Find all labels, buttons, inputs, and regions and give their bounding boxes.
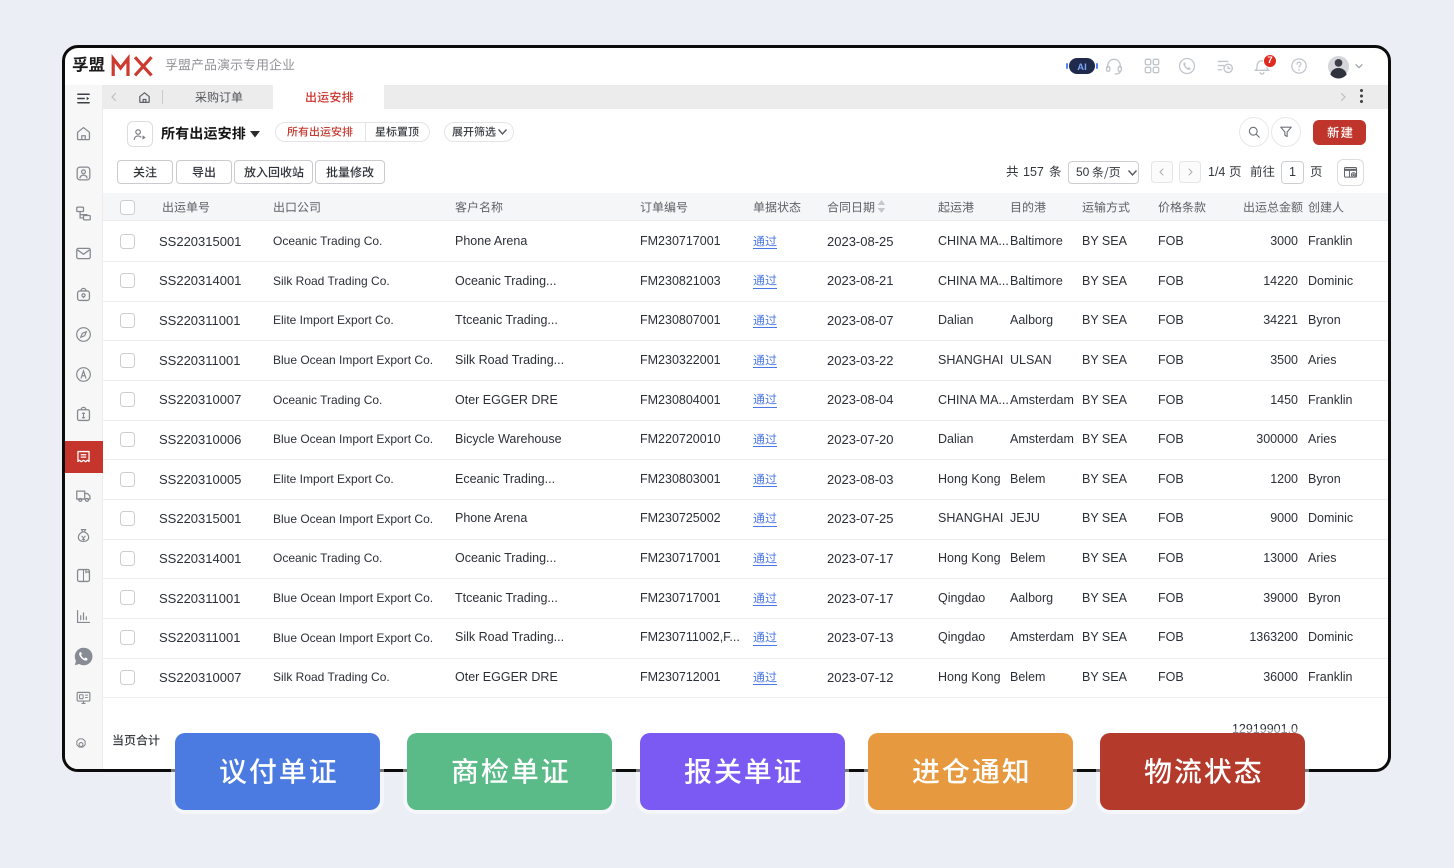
svg-text:AI: AI <box>1077 62 1087 73</box>
